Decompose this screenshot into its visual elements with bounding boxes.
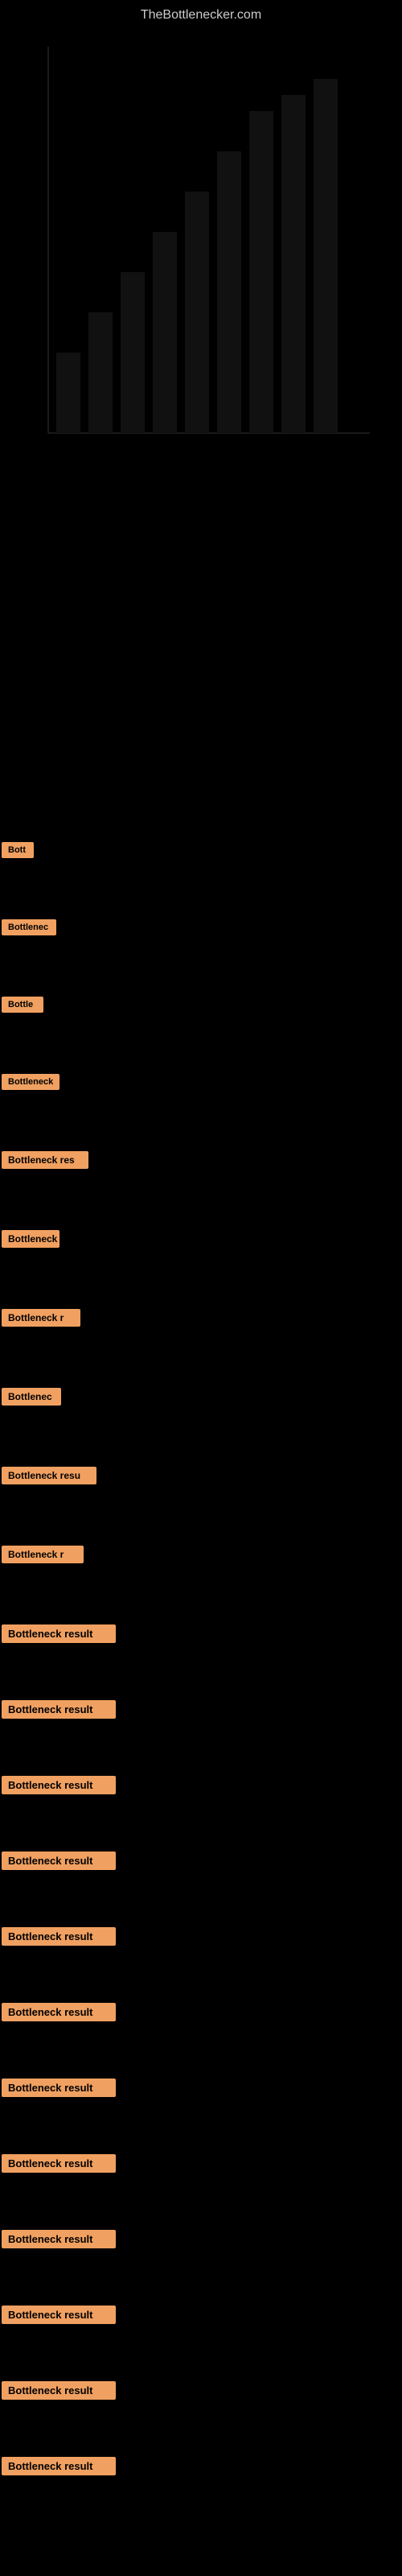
bottleneck-result-label: Bottleneck result — [2, 1852, 116, 1870]
list-item: Bottleneck result — [0, 2450, 402, 2486]
list-item: Bott — [0, 836, 402, 869]
list-item: Bottleneck result — [0, 2299, 402, 2334]
list-item: Bottleneck — [0, 1067, 402, 1100]
list-item: Bottleneck result — [0, 2148, 402, 2183]
bottleneck-result-label: Bottleneck resu — [2, 1467, 96, 1484]
list-item: Bottleneck — [0, 1224, 402, 1258]
site-title: TheBottlenecker.com — [0, 0, 402, 31]
list-item: Bottleneck r — [0, 1302, 402, 1337]
list-item: Bottleneck result — [0, 1769, 402, 1805]
results-section: Bott Bottlenec Bottle Bottleneck Bottlen… — [0, 836, 402, 2486]
bottleneck-result-label: Bottleneck result — [2, 1927, 116, 1946]
bottleneck-result-label: Bottleneck r — [2, 1546, 84, 1563]
bottleneck-result-label: Bottleneck — [2, 1074, 59, 1090]
bottleneck-result-label: Bottlenec — [2, 1388, 61, 1406]
list-item: Bottleneck res — [0, 1145, 402, 1179]
list-item: Bottleneck resu — [0, 1460, 402, 1495]
list-item: Bottle — [0, 990, 402, 1023]
list-item: Bottleneck result — [0, 2375, 402, 2410]
list-item: Bottleneck result — [0, 2072, 402, 2107]
bottleneck-result-label: Bottleneck result — [2, 2079, 116, 2097]
chart-area — [0, 31, 402, 497]
list-item: Bottlenec — [0, 1381, 402, 1416]
list-item: Bottleneck result — [0, 2223, 402, 2259]
list-item: Bottleneck result — [0, 1845, 402, 1880]
bottleneck-result-label: Bottleneck result — [2, 2230, 116, 2248]
bottleneck-result-label: Bottle — [2, 997, 43, 1013]
list-item: Bottleneck r — [0, 1539, 402, 1574]
bottleneck-result-label: Bottleneck result — [2, 1700, 116, 1719]
bottleneck-result-label: Bottleneck result — [2, 2003, 116, 2021]
bottleneck-result-label: Bottleneck result — [2, 2381, 116, 2400]
bottleneck-result-label: Bottleneck — [2, 1230, 59, 1248]
bottleneck-result-label: Bottlenec — [2, 919, 56, 935]
list-item: Bottleneck result — [0, 1694, 402, 1729]
bottleneck-result-label: Bottleneck result — [2, 2306, 116, 2324]
bottleneck-result-label: Bottleneck res — [2, 1151, 88, 1169]
bottleneck-result-label: Bott — [2, 842, 34, 858]
list-item: Bottleneck result — [0, 1921, 402, 1956]
bottleneck-result-label: Bottleneck result — [2, 2154, 116, 2173]
bottleneck-result-label: Bottleneck result — [2, 1624, 116, 1643]
bottleneck-result-label: Bottleneck result — [2, 1776, 116, 1794]
bottleneck-result-label: Bottleneck result — [2, 2457, 116, 2475]
list-item: Bottlenec — [0, 913, 402, 946]
list-item: Bottleneck result — [0, 1618, 402, 1653]
list-item: Bottleneck result — [0, 1996, 402, 2032]
bottleneck-result-label: Bottleneck r — [2, 1309, 80, 1327]
